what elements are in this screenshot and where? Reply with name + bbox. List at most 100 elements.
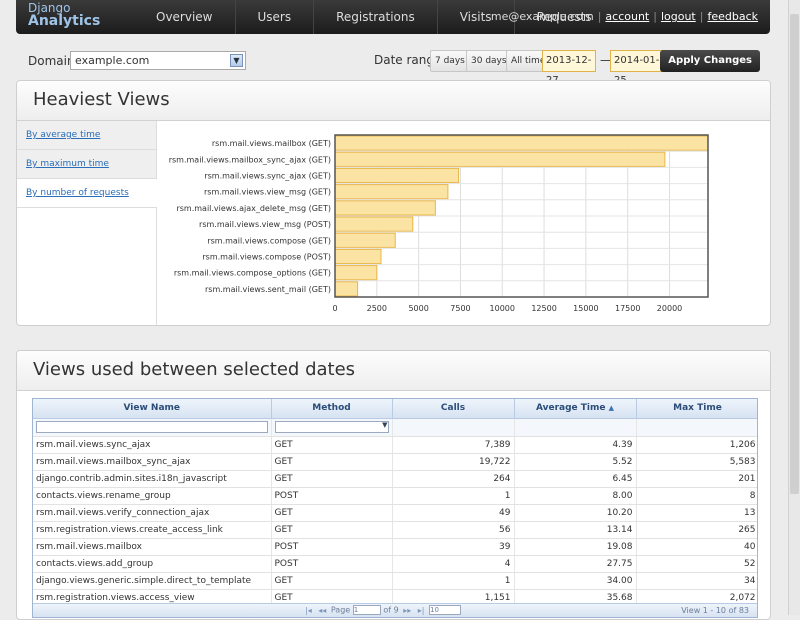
range-7-days-button[interactable]: 7 days bbox=[430, 50, 470, 72]
col-calls[interactable]: Calls bbox=[392, 399, 515, 419]
chart-bar bbox=[334, 232, 396, 248]
next-page-icon[interactable]: ▸▸ bbox=[403, 606, 411, 615]
cell-average-time: 10.20 bbox=[514, 504, 637, 522]
nav-overview[interactable]: Overview bbox=[134, 0, 236, 34]
page-of-label: of 9 bbox=[383, 605, 399, 615]
last-page-icon[interactable]: ▸| bbox=[418, 606, 425, 615]
y-category-label: rsm.mail.views.compose (GET) bbox=[207, 236, 331, 245]
apply-changes-button[interactable]: Apply Changes bbox=[660, 50, 760, 72]
cell-view-name: rsm.mail.views.sync_ajax bbox=[33, 436, 272, 454]
cell-method: GET bbox=[271, 521, 393, 539]
table-row[interactable]: rsm.mail.views.verify_connection_ajax GET… bbox=[33, 504, 757, 522]
scroll-thumb[interactable] bbox=[790, 14, 799, 494]
top-navbar: Django Analytics Overview Users Registra… bbox=[16, 0, 770, 34]
sort-asc-icon[interactable]: ▲ bbox=[609, 404, 614, 412]
cell-view-name: rsm.mail.views.mailbox bbox=[33, 538, 272, 556]
cell-method: GET bbox=[271, 453, 393, 471]
table-row[interactable]: contacts.views.rename_group POST 1 8.00 8 bbox=[33, 487, 757, 505]
table-row[interactable]: rsm.mail.views.mailbox POST 39 19.08 40 bbox=[33, 538, 757, 556]
date-to-input[interactable]: 2014-01-25 bbox=[610, 50, 664, 86]
cell-method: POST bbox=[271, 538, 393, 556]
views-table: View Name Method Calls Average Time ▲ Ma… bbox=[33, 399, 757, 607]
heaviest-views-title: Heaviest Views bbox=[17, 81, 770, 121]
cell-method: GET bbox=[271, 470, 393, 488]
user-email: me@example.com bbox=[490, 10, 594, 23]
x-tick-label: 20000 bbox=[657, 304, 682, 313]
page-input[interactable]: 1 bbox=[352, 605, 381, 615]
chevron-down-icon[interactable]: ▼ bbox=[230, 54, 243, 67]
cell-average-time: 19.08 bbox=[514, 538, 637, 556]
chart-bar bbox=[334, 265, 378, 281]
cell-calls: 1 bbox=[392, 487, 515, 505]
tabs-filler bbox=[17, 208, 157, 325]
views-between-dates-panel: Views used between selected dates View N… bbox=[16, 350, 771, 620]
page-scrollbar[interactable] bbox=[788, 0, 800, 615]
view-name-filter-input[interactable] bbox=[36, 421, 268, 433]
col-max-time[interactable]: Max Time bbox=[636, 399, 757, 419]
brand-logo[interactable]: Django Analytics bbox=[28, 2, 101, 29]
prev-page-icon[interactable]: ◂◂ bbox=[318, 606, 326, 615]
brand-line2: Analytics bbox=[28, 13, 101, 29]
cell-average-time: 4.39 bbox=[514, 436, 637, 454]
cell-average-time: 8.00 bbox=[514, 487, 637, 505]
cell-calls: 56 bbox=[392, 521, 515, 539]
cell-view-name: rsm.mail.views.verify_connection_ajax bbox=[33, 504, 272, 522]
cell-max-time: 201 bbox=[636, 470, 757, 488]
table-row[interactable]: django.views.generic.simple.direct_to_te… bbox=[33, 572, 757, 590]
table-row[interactable]: contacts.views.add_group POST 4 27.75 52 bbox=[33, 555, 757, 573]
cell-view-name: rsm.mail.views.mailbox_sync_ajax bbox=[33, 453, 272, 471]
tab-by-maximum-time[interactable]: By maximum time bbox=[17, 150, 157, 179]
feedback-link[interactable]: feedback bbox=[707, 10, 758, 23]
x-tick-label: 2500 bbox=[367, 304, 387, 313]
cell-calls: 39 bbox=[392, 538, 515, 556]
filter-row: ▼ bbox=[33, 418, 757, 437]
page-size-select[interactable]: 10 bbox=[429, 605, 462, 615]
domain-value: example.com bbox=[75, 54, 150, 67]
tab-by-number-of-requests-label[interactable]: By number of requests bbox=[26, 188, 129, 198]
cell-method: POST bbox=[271, 487, 393, 505]
chart-bar bbox=[334, 281, 359, 297]
cell-max-time: 40 bbox=[636, 538, 757, 556]
table-row[interactable]: rsm.registration.views.create_access_lin… bbox=[33, 521, 757, 539]
tab-by-maximum-time-label[interactable]: By maximum time bbox=[26, 159, 109, 169]
cell-method: GET bbox=[271, 504, 393, 522]
cell-average-time: 34.00 bbox=[514, 572, 637, 590]
col-view-name[interactable]: View Name bbox=[33, 399, 272, 419]
tab-by-number-of-requests[interactable]: By number of requests bbox=[17, 179, 157, 208]
cell-max-time: 5,583 bbox=[636, 453, 757, 471]
page-label: Page bbox=[330, 605, 351, 615]
y-category-label: rsm.mail.views.sync_ajax (GET) bbox=[204, 172, 331, 181]
col-average-time-label: Average Time bbox=[535, 403, 606, 414]
logout-link[interactable]: logout bbox=[661, 10, 696, 23]
x-tick-label: 17500 bbox=[615, 304, 640, 313]
date-from-input[interactable]: 2013-12-27 bbox=[542, 50, 596, 86]
tab-by-average-time[interactable]: By average time bbox=[17, 121, 157, 150]
cell-view-name: django.views.generic.simple.direct_to_te… bbox=[33, 572, 272, 590]
cell-average-time: 13.14 bbox=[514, 521, 637, 539]
nav-registrations[interactable]: Registrations bbox=[314, 0, 438, 34]
first-page-icon[interactable]: |◂ bbox=[305, 606, 312, 615]
method-filter-select[interactable]: ▼ bbox=[274, 421, 389, 433]
heaviest-views-panel: Heaviest Views By average time By maximu… bbox=[16, 80, 771, 326]
domain-select[interactable]: example.com ▼ bbox=[70, 51, 246, 70]
table-row[interactable]: rsm.mail.views.mailbox_sync_ajax GET 19,72… bbox=[33, 453, 757, 471]
tab-by-average-time-label[interactable]: By average time bbox=[26, 130, 100, 140]
y-category-label: rsm.mail.views.sent_mail (GET) bbox=[205, 285, 331, 294]
account-link[interactable]: account bbox=[605, 10, 649, 23]
table-row[interactable]: rsm.mail.views.sync_ajax GET 7,389 4.39 1,20… bbox=[33, 436, 757, 454]
user-links: me@example.com | account | logout | feedback bbox=[490, 10, 758, 23]
nav-users[interactable]: Users bbox=[236, 0, 315, 34]
cell-max-time: 34 bbox=[636, 572, 757, 590]
cell-max-time: 265 bbox=[636, 521, 757, 539]
table-row[interactable]: django.contrib.admin.sites.i18n_javascri… bbox=[33, 470, 757, 488]
cell-calls: 7,389 bbox=[392, 436, 515, 454]
chart-bar bbox=[334, 248, 382, 265]
cell-average-time: 27.75 bbox=[514, 555, 637, 573]
x-tick-label: 7500 bbox=[450, 304, 470, 313]
heaviest-tabs: By average time By maximum time By numbe… bbox=[17, 121, 157, 208]
filter-bar: Domain: example.com ▼ Date range: 7 days… bbox=[16, 48, 770, 86]
range-30-days-button[interactable]: 30 days bbox=[466, 50, 512, 72]
col-average-time[interactable]: Average Time ▲ bbox=[514, 399, 637, 419]
col-method[interactable]: Method bbox=[271, 399, 393, 419]
views-grid: View Name Method Calls Average Time ▲ Ma… bbox=[32, 398, 758, 618]
